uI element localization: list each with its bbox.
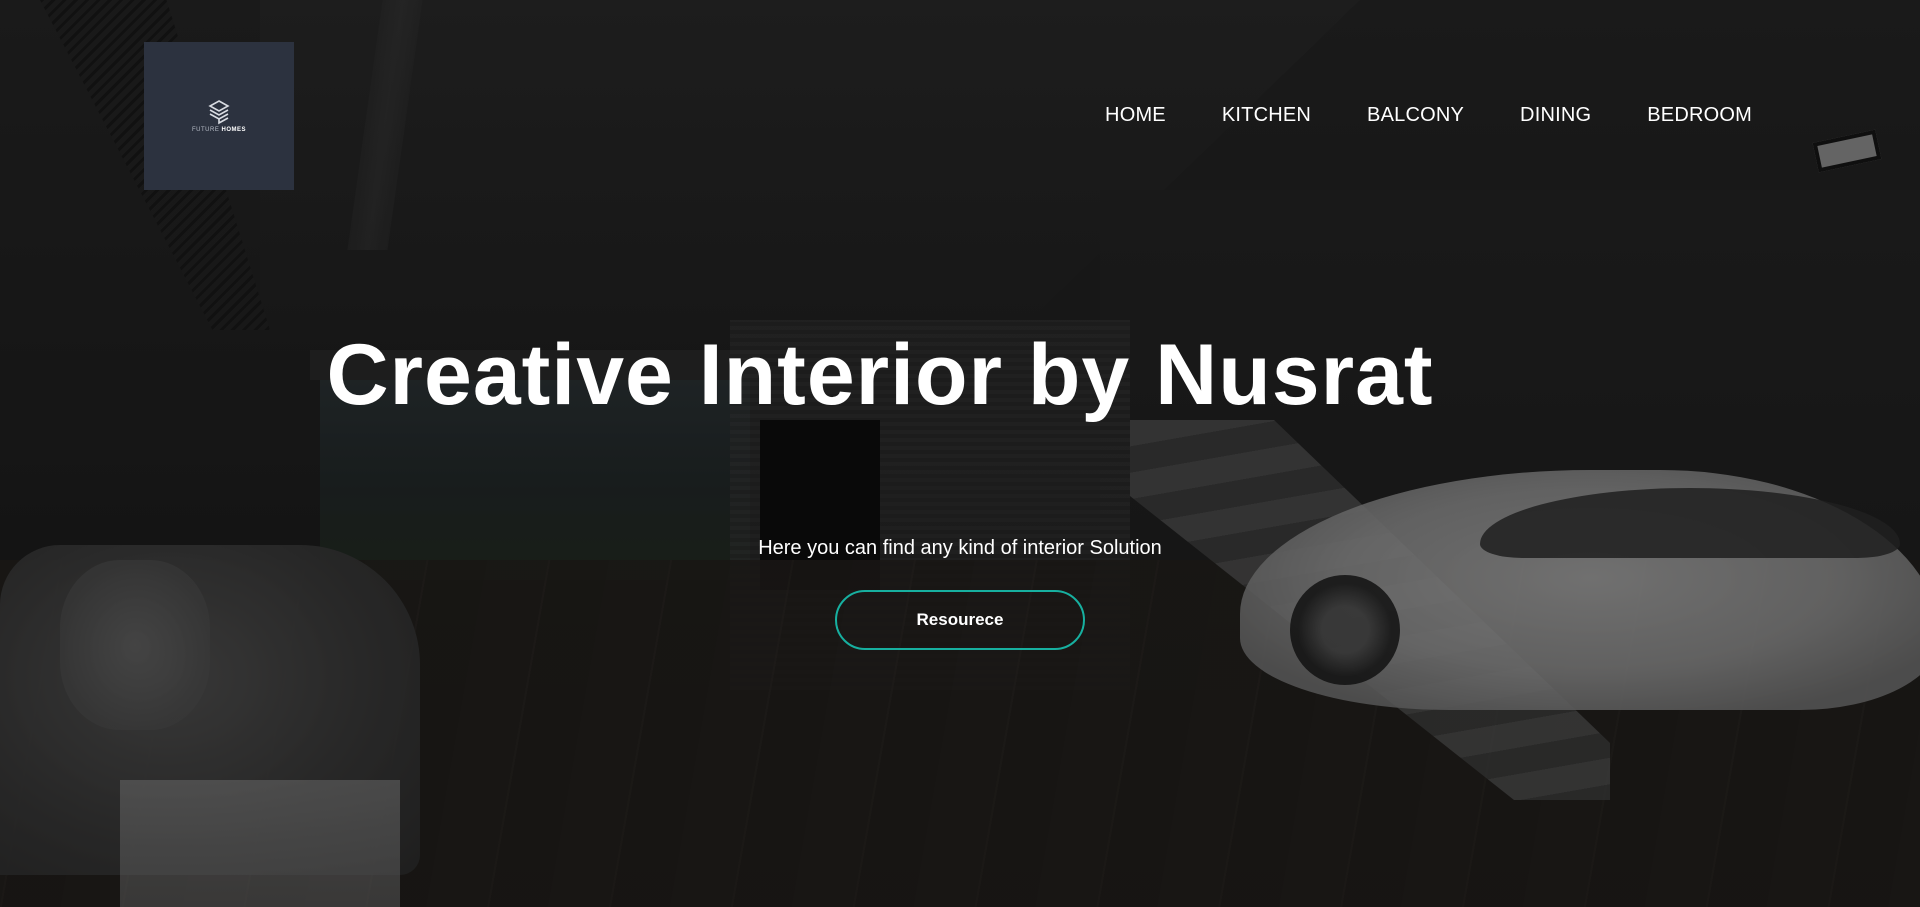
staircase (1130, 420, 1610, 800)
television (760, 420, 880, 590)
sofa (0, 545, 420, 875)
ceiling-strip (347, 0, 423, 250)
nav-item-home[interactable]: HOME (1105, 104, 1166, 127)
nav-item-dining[interactable]: DINING (1520, 104, 1591, 127)
glass-wall (1100, 190, 1920, 690)
stacked-cube-icon (208, 100, 230, 125)
sports-car (1240, 470, 1920, 710)
side-table (120, 780, 400, 907)
logo-link[interactable]: FUTURE HOMES (144, 42, 294, 190)
hero-subtitle: Here you can find any kind of interior S… (758, 537, 1162, 559)
ceiling-panel (260, 0, 1360, 320)
sofa-cushion (60, 560, 210, 730)
hero-section: FUTURE HOMES HOME KITCHEN BALCONY DINING… (0, 0, 1920, 907)
nav-item-bedroom[interactable]: BEDROOM (1647, 104, 1752, 127)
hero-headline: Creative Interior by Nusrat (326, 327, 1434, 423)
nav-item-kitchen[interactable]: KITCHEN (1222, 104, 1311, 127)
main-nav: HOME KITCHEN BALCONY DINING BEDROOM (1105, 104, 1752, 127)
nav-item-balcony[interactable]: BALCONY (1367, 104, 1464, 127)
car-wheel (1290, 575, 1400, 685)
logo-text: FUTURE HOMES (192, 127, 246, 133)
logo-text-light: FUTURE (191, 127, 220, 133)
ceiling-light (1812, 129, 1882, 173)
resource-button[interactable]: Resourece (835, 590, 1085, 650)
logo-text-bold: HOMES (221, 127, 247, 133)
